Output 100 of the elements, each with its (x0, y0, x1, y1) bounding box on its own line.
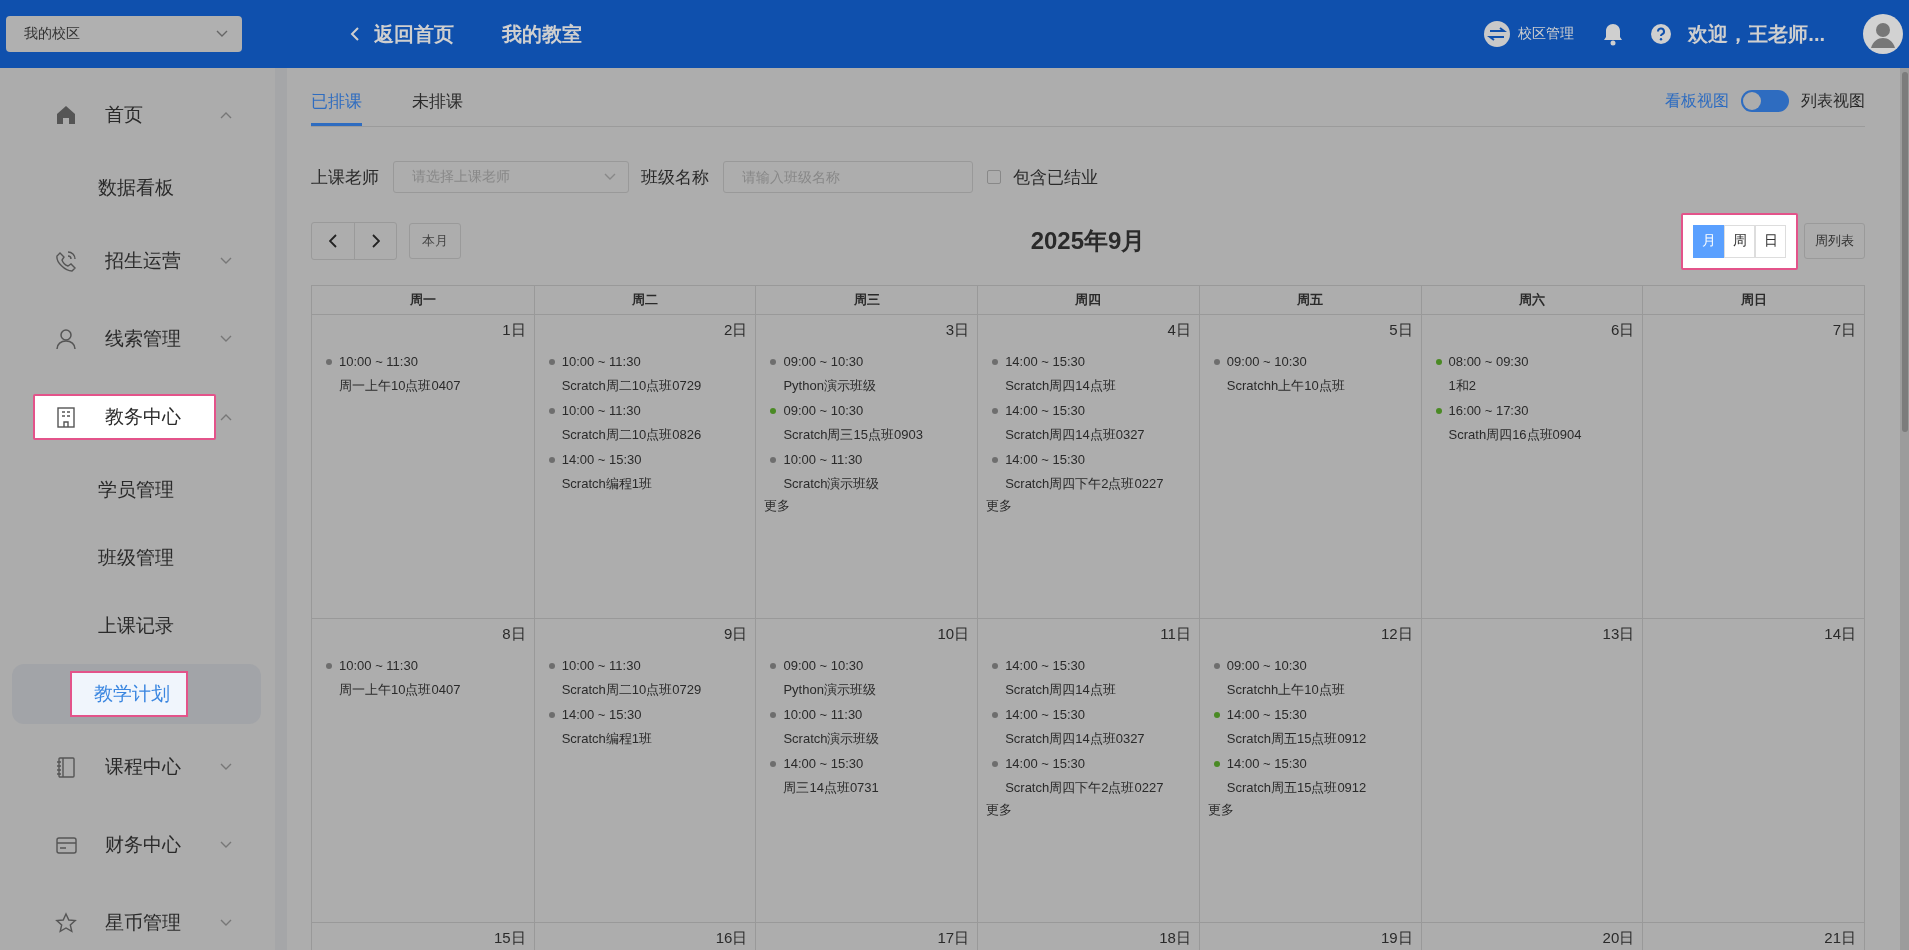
event-name[interactable]: 1和2 (1429, 377, 1582, 395)
tab[interactable]: 未排课 (412, 90, 463, 126)
event-name[interactable]: Python演示班级 (764, 377, 923, 395)
weekday-header: 周六 (1420, 286, 1643, 315)
event-name[interactable]: 周三14点班0731 (764, 779, 880, 797)
event-time[interactable]: 14:00 ~ 15:30 (1005, 354, 1086, 369)
date-number: 18日 (1159, 929, 1191, 948)
event-time[interactable]: 10:00 ~ 11:30 (783, 707, 863, 722)
campus-manage-link[interactable]: 校区管理 (1484, 21, 1575, 47)
avatar-icon[interactable] (1863, 14, 1903, 54)
date-number: 9日 (724, 625, 748, 644)
more-link[interactable]: 更多 (986, 801, 1013, 819)
view-toggle-switch[interactable] (1741, 90, 1789, 112)
event-time[interactable]: 14:00 ~ 15:30 (1005, 452, 1086, 467)
event-time[interactable]: 10:00 ~ 11:30 (561, 403, 641, 418)
event-name[interactable]: Scratch周四下午2点班0227 (986, 779, 1164, 797)
event-name[interactable]: 周一上午10点班0407 (320, 681, 461, 699)
chevron-left-icon (329, 234, 337, 248)
checkbox[interactable] (987, 170, 1001, 184)
event-time[interactable]: 14:00 ~ 15:30 (1005, 707, 1086, 722)
event-name[interactable]: Scratch周三15点班0903 (764, 426, 923, 444)
event-time[interactable]: 09:00 ~ 10:30 (783, 403, 864, 418)
event-name[interactable]: Scratchh上午10点班 (1207, 377, 1345, 395)
sidebar-subitem[interactable]: 上课记录 (96, 605, 176, 647)
more-link[interactable]: 更多 (986, 497, 1013, 515)
chevron-down-icon[interactable] (604, 173, 616, 181)
event-name[interactable]: Scratch周四下午2点班0227 (986, 475, 1164, 493)
sidebar-subitem[interactable]: 数据看板 (96, 167, 176, 209)
chevron-down-icon[interactable] (216, 30, 228, 38)
chevron-up-icon[interactable] (220, 111, 232, 119)
event-name[interactable]: Scratch周四14点班 (986, 681, 1164, 699)
event-name[interactable]: Python演示班级 (764, 681, 880, 699)
event-time[interactable]: 09:00 ~ 10:30 (1226, 354, 1307, 369)
more-link[interactable]: 更多 (1207, 801, 1234, 819)
chevron-down-icon[interactable] (220, 335, 232, 343)
event-name[interactable]: Scrath周四16点班0904 (1429, 426, 1582, 444)
sidebar-subitem[interactable]: 教学计划 (70, 671, 188, 717)
sidebar-item[interactable]: 招生运营 (33, 238, 183, 284)
view-option[interactable]: 周 (1724, 224, 1755, 258)
event-name[interactable]: Scratchh上午10点班 (1207, 681, 1367, 699)
event-time[interactable]: 10:00 ~ 11:30 (561, 354, 641, 369)
page-title: 我的教室 (502, 21, 582, 47)
event-name[interactable]: Scratch周二10点班0729 (542, 681, 702, 699)
event-time[interactable]: 10:00 ~ 11:30 (783, 452, 863, 467)
event-name[interactable]: Scratch编程1班 (542, 730, 702, 748)
weekday-header: 周日 (1642, 286, 1864, 315)
event-name[interactable]: Scratch演示班级 (764, 475, 923, 493)
view-option[interactable]: 日 (1755, 224, 1786, 258)
bell-icon[interactable] (1602, 22, 1625, 46)
event-name[interactable]: Scratch演示班级 (764, 730, 880, 748)
event-time[interactable]: 14:00 ~ 15:30 (1005, 658, 1086, 673)
event-name[interactable]: Scratch周四14点班0327 (986, 426, 1164, 444)
date-number: 1日 (502, 321, 526, 340)
sidebar-subitem[interactable]: 班级管理 (96, 537, 176, 579)
event-time[interactable]: 14:00 ~ 15:30 (1005, 403, 1086, 418)
chevron-up-icon[interactable] (220, 413, 232, 421)
event-time[interactable]: 14:00 ~ 15:30 (1005, 756, 1086, 771)
event-time[interactable]: 14:00 ~ 15:30 (1226, 707, 1307, 722)
event-time[interactable]: 10:00 ~ 11:30 (339, 354, 418, 369)
sidebar-item[interactable]: 星币管理 (33, 900, 183, 946)
date-number: 7日 (1832, 321, 1856, 340)
more-link[interactable]: 更多 (764, 497, 791, 515)
sidebar-item[interactable]: 线索管理 (33, 316, 183, 362)
event-name[interactable]: Scratch周二10点班0729 (542, 377, 702, 395)
sidebar-item[interactable]: 财务中心 (33, 822, 183, 868)
event-name[interactable]: 周一上午10点班0407 (320, 377, 461, 395)
event-time[interactable]: 14:00 ~ 15:30 (783, 756, 864, 771)
event-time[interactable]: 09:00 ~ 10:30 (783, 658, 864, 673)
help-icon[interactable] (1650, 23, 1673, 45)
campus-select[interactable]: 我的校区 (6, 16, 242, 52)
event-name[interactable]: Scratch周五15点班0912 (1207, 730, 1367, 748)
scrollbar[interactable] (1900, 68, 1909, 950)
sidebar-subitem[interactable]: 学员管理 (96, 469, 176, 511)
notebook-icon (55, 756, 77, 778)
chevron-down-icon[interactable] (220, 257, 232, 265)
chevron-down-icon[interactable] (220, 919, 232, 927)
event-time[interactable]: 16:00 ~ 17:30 (1448, 403, 1529, 418)
event-name[interactable]: Scratch编程1班 (542, 475, 702, 493)
event-time[interactable]: 08:00 ~ 09:30 (1448, 354, 1529, 369)
event-time[interactable]: 09:00 ~ 10:30 (783, 354, 864, 369)
back-link[interactable]: 返回首页 (350, 20, 454, 48)
event-time[interactable]: 09:00 ~ 10:30 (1226, 658, 1307, 673)
chevron-down-icon[interactable] (220, 763, 232, 771)
event-name[interactable]: Scratch周二10点班0826 (542, 426, 702, 444)
event-name[interactable]: Scratch周四14点班0327 (986, 730, 1164, 748)
event-time[interactable]: 14:00 ~ 15:30 (561, 707, 642, 722)
event-time[interactable]: 10:00 ~ 11:30 (561, 658, 641, 673)
sidebar-item[interactable]: 首页 (33, 92, 183, 138)
this-month-button[interactable]: 本月 (409, 223, 461, 259)
event-name[interactable]: Scratch周四14点班 (986, 377, 1164, 395)
date-number: 5日 (1389, 321, 1413, 340)
event-name[interactable]: Scratch周五15点班0912 (1207, 779, 1367, 797)
event-time[interactable]: 10:00 ~ 11:30 (339, 658, 418, 673)
week-list-button[interactable]: 周列表 (1804, 223, 1865, 259)
chevron-down-icon[interactable] (220, 841, 232, 849)
event-time[interactable]: 14:00 ~ 15:30 (1226, 756, 1307, 771)
event-time[interactable]: 14:00 ~ 15:30 (561, 452, 642, 467)
home-icon (55, 104, 77, 126)
sidebar-item[interactable]: 课程中心 (33, 744, 183, 790)
sidebar-item[interactable]: 教务中心 (33, 394, 216, 440)
